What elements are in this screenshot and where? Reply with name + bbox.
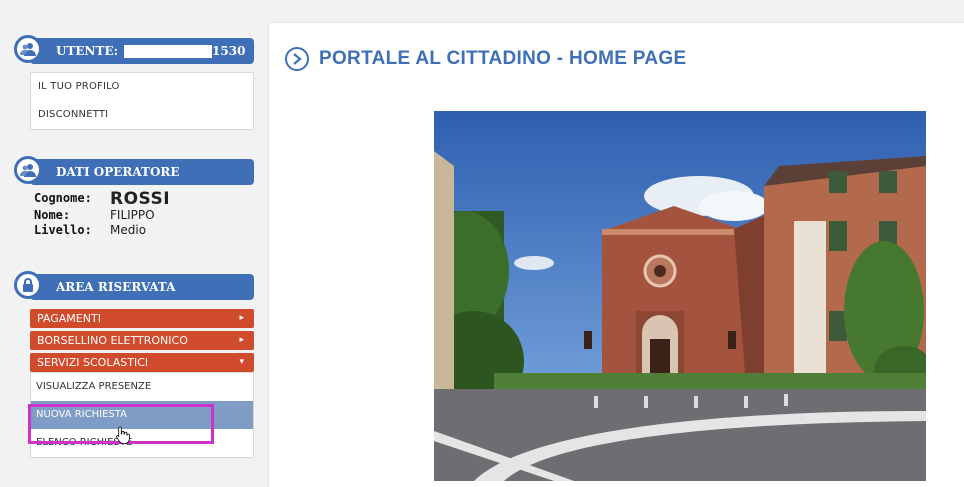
operator-info: Cognome: ROSSI Nome: FILIPPO Livello: Me…	[30, 185, 254, 244]
user-links: IL TUO PROFILO DISCONNETTI	[30, 72, 254, 130]
chevron-right-circle-icon	[285, 47, 309, 71]
lock-icon	[14, 271, 42, 299]
operator-section: DATI OPERATORE Cognome: ROSSI Nome: FILI…	[14, 156, 254, 244]
user-id-suffix: 1530	[212, 44, 246, 58]
profile-link[interactable]: IL TUO PROFILO	[31, 73, 253, 101]
sidebar: UTENTE: 1530 IL TUO PROFILO DISCONNETTI D…	[0, 0, 268, 486]
page-header: PORTALE AL CITTADINO - HOME PAGE	[285, 47, 686, 71]
chevron-down-icon: ▾	[239, 357, 244, 367]
page-title: PORTALE AL CITTADINO - HOME PAGE	[319, 48, 687, 69]
chevron-right-icon: ▸	[239, 313, 244, 323]
menu-borsellino[interactable]: BORSELLINO ELETTRONICO ▸	[30, 331, 254, 350]
church-photo	[434, 111, 926, 481]
menu-servizi-label: SERVIZI SCOLASTICI	[37, 356, 149, 369]
level-label: Livello:	[34, 223, 92, 237]
surname-label: Cognome:	[34, 191, 92, 205]
reserved-section-header: AREA RISERVATA	[14, 271, 254, 300]
submenu-visualizza-presenze[interactable]: VISUALIZZA PRESENZE	[31, 373, 253, 401]
users-icon	[14, 35, 42, 63]
reserved-header-label: AREA RISERVATA	[56, 280, 176, 294]
name-value: FILIPPO	[110, 208, 155, 222]
menu-pagamenti-label: PAGAMENTI	[37, 312, 101, 325]
logout-link[interactable]: DISCONNETTI	[31, 101, 253, 129]
surname-value: ROSSI	[110, 189, 171, 209]
operator-section-header: DATI OPERATORE	[14, 156, 254, 185]
user-section-header: UTENTE: 1530	[14, 35, 254, 64]
users-icon	[14, 156, 42, 184]
name-label: Nome:	[34, 208, 71, 222]
menu-pagamenti[interactable]: PAGAMENTI ▸	[30, 309, 254, 328]
hand-cursor-icon	[116, 426, 130, 444]
main-content: PORTALE AL CITTADINO - HOME PAGE	[268, 22, 964, 487]
operator-level-row: Livello: Medio	[34, 223, 250, 238]
menu-servizi-scolastici[interactable]: SERVIZI SCOLASTICI ▾	[30, 353, 254, 372]
operator-header-label: DATI OPERATORE	[56, 165, 180, 179]
chevron-right-icon: ▸	[239, 335, 244, 345]
user-section: UTENTE: 1530 IL TUO PROFILO DISCONNETTI	[14, 35, 254, 130]
operator-surname-row: Cognome: ROSSI	[34, 191, 250, 208]
menu-borsellino-label: BORSELLINO ELETTRONICO	[37, 334, 188, 347]
operator-name-row: Nome: FILIPPO	[34, 208, 250, 223]
username-redacted	[124, 45, 213, 58]
user-label: UTENTE:	[56, 44, 119, 58]
level-value: Medio	[110, 223, 147, 237]
